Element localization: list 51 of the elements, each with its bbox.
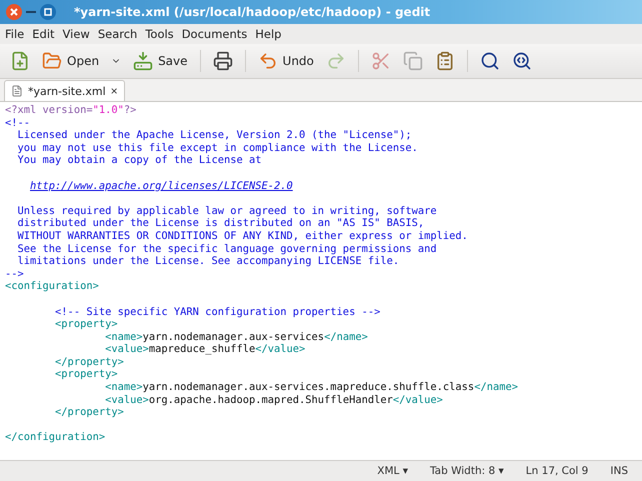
code-line: </property>: [54, 356, 125, 368]
document-icon: [11, 85, 23, 97]
menu-item[interactable]: Tools: [142, 27, 177, 41]
close-tab-button[interactable]: ×: [110, 84, 118, 98]
code-line: <?xml version="1.0"?>: [5, 104, 138, 117]
code-line: <name>yarn.nodemanager.aux-services</name>: [104, 330, 369, 344]
code-line: you may not use this file except in compliance with the License.: [16, 142, 419, 154]
tab-label: *yarn-site.xml: [28, 84, 106, 98]
menu-item[interactable]: View: [60, 27, 93, 41]
close-icon: [10, 8, 18, 16]
save-icon: [133, 51, 154, 71]
code-line: limitations under the License. See accompanying LICENSE file.: [16, 255, 400, 268]
close-button[interactable]: [6, 4, 22, 20]
code-line: <name>yarn.nodemanager.aux-services.mapreduce.shuffle.class</name>: [104, 381, 519, 394]
menu-item[interactable]: Documents: [178, 27, 250, 41]
maximize-button[interactable]: [40, 4, 56, 20]
code-line: <!-- Site specific YARN configuration properties -->: [54, 306, 382, 318]
code-line: See the License for the specific language governing permissions and: [16, 242, 438, 256]
code-line: <!--: [5, 116, 32, 130]
code-line: http://www.apache.org/licenses/LICENSE-2.0: [29, 180, 294, 192]
code-line: You may obtain a copy of the License at: [16, 154, 262, 167]
menu-item[interactable]: Edit: [29, 27, 58, 41]
code-line: -->: [5, 268, 25, 280]
menu-item[interactable]: Search: [94, 27, 140, 41]
code-line: <configuration>: [5, 280, 100, 293]
status-text: INS: [610, 465, 628, 477]
minimize-icon[interactable]: [26, 10, 36, 14]
code-line: Licensed under the Apache License, Version 2.0 (the "License");: [16, 129, 413, 142]
code-line: </configuration>: [5, 431, 106, 444]
code-line: distributed under the License is distributed on an "AS IS" BASIS,: [16, 217, 426, 230]
document-tab[interactable]: *yarn-site.xml ×: [4, 80, 125, 101]
code-line: <property>: [54, 368, 119, 382]
code-line: Unless required by applicable law or agreed to in writing, software: [16, 204, 438, 218]
status-dropdown[interactable]: XML ▾: [377, 465, 408, 477]
code-line: <property>: [54, 318, 119, 331]
open-button[interactable]: Open: [38, 48, 104, 74]
undo-icon: [258, 51, 278, 71]
status-text: Ln 17, Col 9: [526, 465, 588, 477]
status-dropdown[interactable]: Tab Width: 8 ▾: [430, 465, 504, 477]
window-title: *yarn-site.xml (/usr/local/hadoop/etc/hadoop) - gedit: [74, 5, 430, 19]
menu-item[interactable]: File: [2, 27, 28, 41]
undo-button[interactable]: Undo: [254, 48, 318, 74]
menu-item[interactable]: Help: [252, 27, 284, 41]
save-button[interactable]: Save: [129, 48, 192, 74]
folder-icon: [42, 51, 62, 71]
code-line: <value>org.apache.hadoop.mapred.ShuffleHandler</value>: [104, 394, 444, 406]
code-line: WITHOUT WARRANTIES OR CONDITIONS OF ANY KIND, either express or implied.: [16, 230, 469, 243]
maximize-icon: [44, 8, 52, 16]
text-editor[interactable]: [0, 102, 642, 460]
code-line: </property>: [54, 406, 125, 419]
code-line: <value>mapreduce_shuffle</value>: [104, 343, 306, 356]
